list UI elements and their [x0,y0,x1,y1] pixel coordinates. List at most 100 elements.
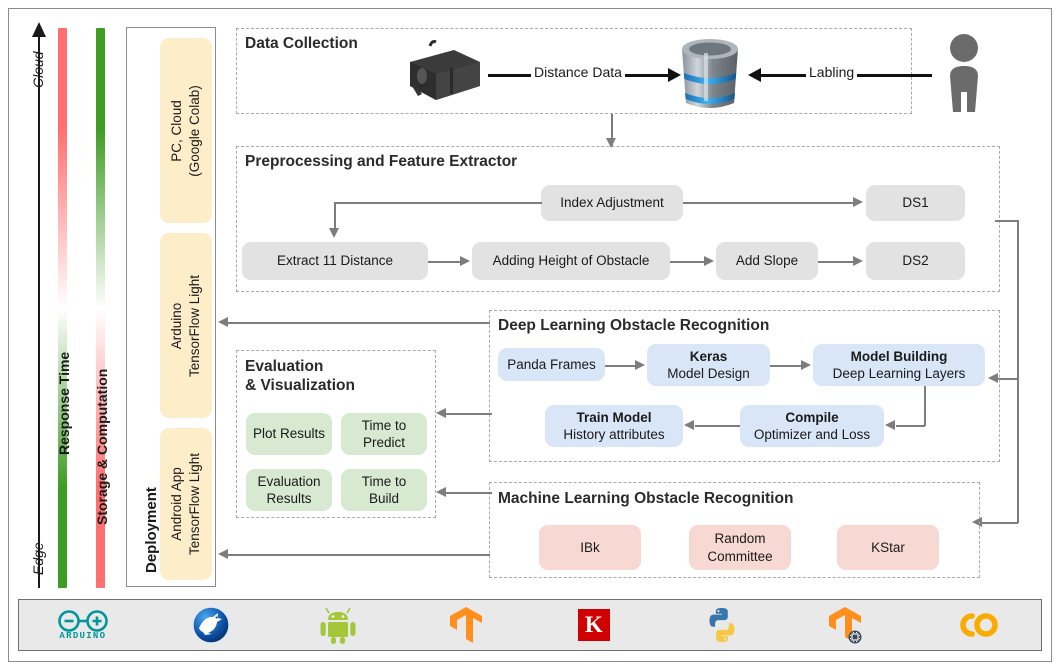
node-extract-11-distance-label: Extract 11 Distance [276,253,394,269]
node-add-slope[interactable]: Add Slope [716,242,818,280]
node-ds1[interactable]: DS1 [866,185,965,221]
node-index-adjustment[interactable]: Index Adjustment [541,185,683,221]
node-train-model[interactable]: Train Model History attributes [545,405,683,447]
logo-python[interactable] [658,600,786,650]
edge-model-building-down [924,386,926,426]
node-random-committee-label: Random Committee [707,531,773,564]
technology-logo-bar: ARDUINO K [18,599,1042,651]
tensorflow-icon [450,607,483,643]
edge-machine-learning-to-evaluation [446,492,492,494]
edge-slope-to-ds2-arrowhead [853,256,863,266]
weka-icon [191,606,230,644]
node-time-to-predict-label: Time to Predict [361,417,407,450]
logo-tensorflow[interactable] [402,600,530,650]
edge-model-building-to-compile [896,425,925,427]
node-index-adjustment-label: Index Adjustment [560,195,664,211]
edge-panda-to-keras [605,365,637,367]
edge-compile-to-train-model [695,425,740,427]
deployment-box-arduino[interactable]: Arduino TensorFlow Light [160,233,212,418]
node-train-model-sub: History attributes [563,427,665,442]
logo-tensorflow-lite[interactable] [786,600,914,650]
axis-label-edge: Edge [30,542,46,575]
logo-arduino[interactable]: ARDUINO [19,600,147,650]
node-panda-frames-label: Panda Frames [507,356,596,372]
keras-icon: K [577,609,610,641]
bar-label-response-time: Response Time [56,351,72,455]
logo-keras[interactable]: K [530,600,658,650]
node-keras-head: Keras [689,348,728,364]
node-compile-head: Compile [785,409,839,425]
node-keras[interactable]: Keras Model Design [647,344,770,386]
database-icon [676,35,744,113]
node-ds2[interactable]: DS2 [866,242,965,280]
node-compile[interactable]: Compile Optimizer and Loss [740,405,884,447]
node-adding-height-of-obstacle[interactable]: Adding Height of Obstacle [472,242,670,280]
logo-weka[interactable] [147,600,275,650]
node-plot-results-label: Plot Results [252,426,326,442]
edge-extract-to-height [428,261,462,263]
person-icon [938,32,990,118]
edge-deep-learning-to-deployment [228,322,490,324]
node-extract-11-distance[interactable]: Extract 11 Distance [242,242,428,280]
edge-height-to-slope [670,261,706,263]
machine-learning-title: Machine Learning Obstacle Recognition [498,490,794,507]
evaluation-title: Evaluation & Visualization [245,358,355,395]
node-keras-sub: Model Design [667,366,750,381]
deployment-column: Deployment PC, Cloud (Google Colab) Ardu… [126,27,216,587]
node-model-building-sub: Deep Learning Layers [832,366,966,381]
node-time-to-predict[interactable]: Time to Predict [341,413,427,455]
edge-index-adjustment-to-ds1 [683,202,855,204]
logo-android[interactable] [275,600,403,650]
edge-machine-learning-to-evaluation-arrowhead [436,487,446,497]
edge-keras-to-model-building [770,365,802,367]
deployment-box-android[interactable]: Android App TensorFlow Light [160,428,212,580]
edge-label-labling: Labling [806,64,858,80]
edge-machine-learning-to-deployment-arrowhead [218,549,228,559]
axis-label-cloud: Cloud [30,51,46,88]
edge-branch-to-extract-arrowhead [329,228,339,238]
edge-slope-to-ds2 [818,261,854,263]
deployment-title: Deployment [143,487,160,573]
node-kstar-label: KStar [871,539,905,555]
edge-index-adjustment-to-ds1-arrowhead [853,197,863,207]
node-evaluation-results[interactable]: Evaluation Results [246,469,332,511]
edge-machine-learning-to-deployment [228,554,490,556]
python-icon [709,608,735,642]
edge-ds-bus-vertical [1017,220,1019,523]
edge-person-to-db-arrowhead [748,68,761,82]
deployment-box-pc-cloud-label: PC, Cloud (Google Colab) [168,84,202,177]
node-kstar[interactable]: KStar [837,525,939,570]
deployment-box-pc-cloud[interactable]: PC, Cloud (Google Colab) [160,38,212,223]
android-icon [320,607,356,644]
edge-height-to-slope-arrowhead [704,256,714,266]
node-compile-sub: Optimizer and Loss [753,427,871,442]
node-random-committee[interactable]: Random Committee [689,525,791,570]
deployment-box-android-label: Android App TensorFlow Light [168,452,202,556]
arduino-wordmark: ARDUINO [59,631,107,641]
deep-learning-title: Deep Learning Obstacle Recognition [498,317,770,334]
edge-keras-to-model-building-arrowhead [801,360,811,370]
arduino-icon [58,610,108,632]
edge-feed-to-index-adjustment [334,202,542,204]
edge-ds-bus-top [995,220,1019,222]
node-model-building-head: Model Building [850,348,948,364]
preprocessing-title: Preprocessing and Feature Extractor [245,153,518,170]
logo-google-colab[interactable] [913,600,1041,650]
edge-deep-learning-to-evaluation [446,413,492,415]
node-ibk[interactable]: IBk [539,525,641,570]
node-time-to-build[interactable]: Time to Build [341,469,427,511]
bar-label-storage-computation: Storage & Computation [94,368,110,525]
lidar-sensor-icon [402,40,488,108]
edge-bus-to-machine-learning [980,522,1018,524]
node-model-building[interactable]: Model Building Deep Learning Layers [813,344,985,386]
node-adding-height-of-obstacle-label: Adding Height of Obstacle [492,253,650,269]
node-panda-frames[interactable]: Panda Frames [498,348,605,381]
edge-label-distance-data: Distance Data [531,64,625,80]
google-colab-icon [960,613,998,637]
node-plot-results[interactable]: Plot Results [246,413,332,455]
diagram-root: Cloud Edge Response Time Storage & Compu… [0,0,1060,670]
node-ds2-label: DS2 [902,253,929,269]
edge-model-building-to-compile-arrowhead [885,420,895,430]
tensorflow-lite-icon [829,607,862,644]
bar-response-time [58,28,67,588]
